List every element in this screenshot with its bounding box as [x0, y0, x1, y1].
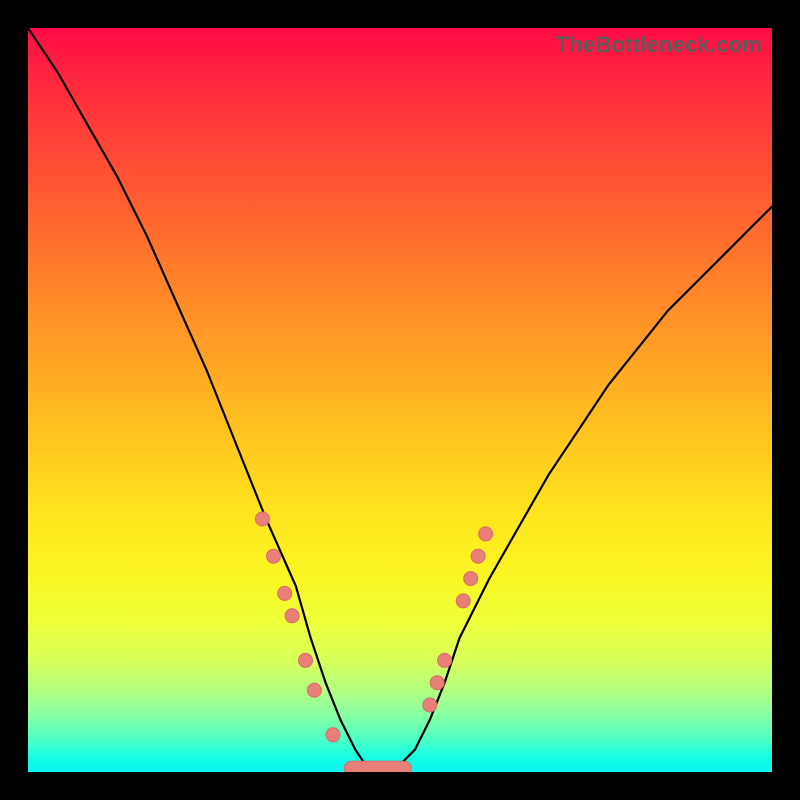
marker-dot: [285, 609, 299, 623]
marker-dot: [278, 586, 292, 600]
marker-dot: [479, 527, 493, 541]
marker-dot: [255, 512, 269, 526]
bottleneck-curve: [28, 28, 772, 772]
flat-capsule: [344, 761, 411, 772]
marker-dot: [430, 676, 444, 690]
marker-dot: [456, 594, 470, 608]
chart-frame: TheBottleneck.com: [0, 0, 800, 800]
marker-dot: [267, 549, 281, 563]
marker-dot: [307, 683, 321, 697]
marker-dot: [471, 549, 485, 563]
marker-dot: [299, 653, 313, 667]
marker-dot: [326, 728, 340, 742]
marker-dot: [438, 653, 452, 667]
markers-right: [423, 527, 493, 712]
curve-svg: [28, 28, 772, 772]
flat-segment: [344, 761, 411, 772]
markers-left: [255, 512, 340, 742]
plot-area: TheBottleneck.com: [28, 28, 772, 772]
marker-dot: [464, 572, 478, 586]
marker-dot: [423, 698, 437, 712]
